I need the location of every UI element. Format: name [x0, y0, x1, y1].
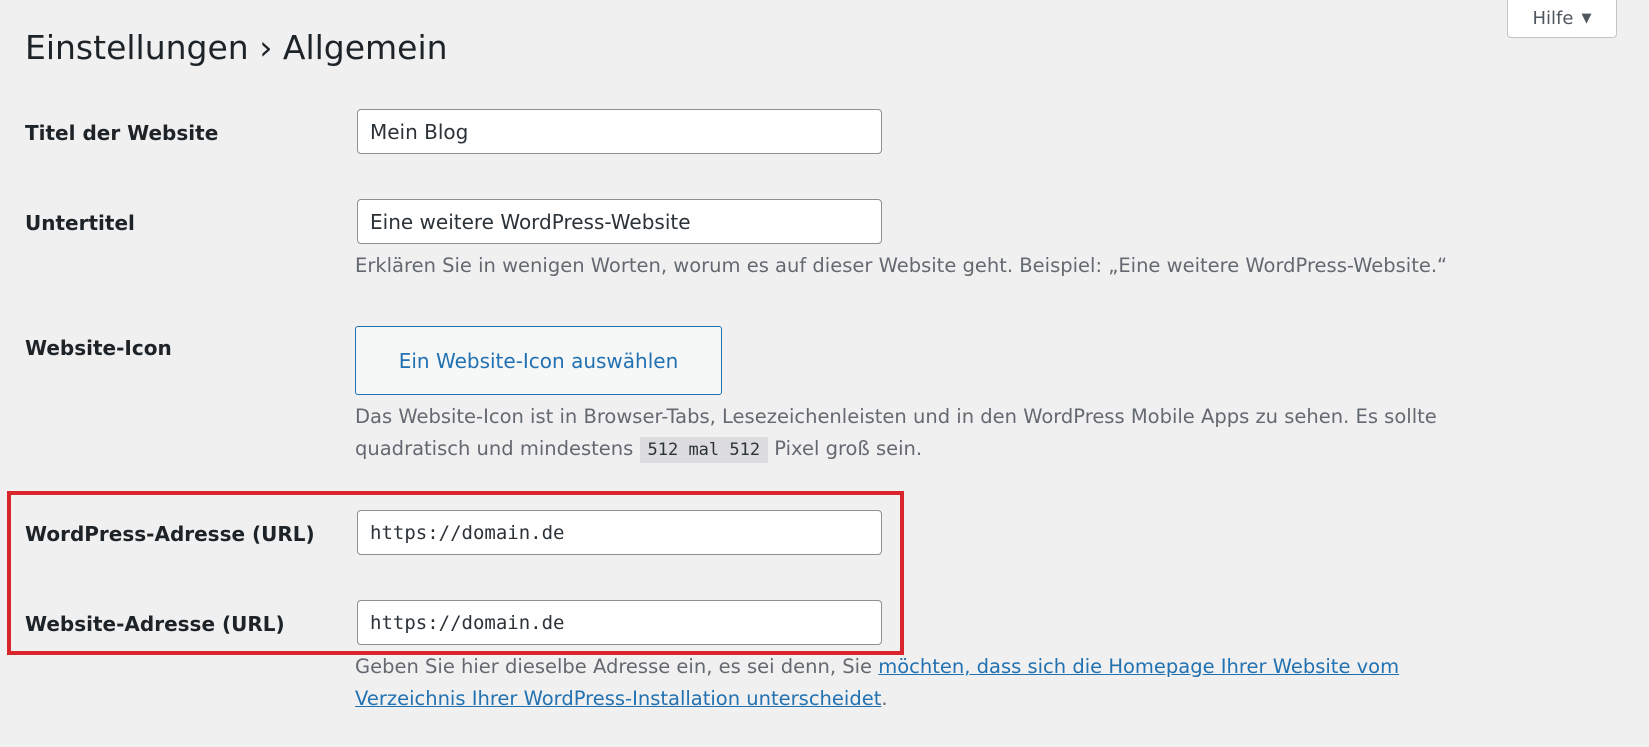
site-address-label: Website-Adresse (URL) [25, 612, 285, 636]
site-address-description-text: Geben Sie hier dieselbe Adresse ein, es … [355, 655, 879, 678]
site-icon-description: Das Website-Icon ist in Browser-Tabs, Le… [355, 401, 1555, 466]
site-title-label: Titel der Website [25, 121, 219, 145]
triangle-down-icon: ▼ [1581, 11, 1592, 26]
site-address-input[interactable] [357, 600, 882, 645]
tagline-description: Erklären Sie in wenigen Worten, worum es… [355, 254, 1448, 277]
help-button[interactable]: Hilfe ▼ [1507, 0, 1617, 38]
site-address-description-suffix: . [881, 687, 888, 710]
site-icon-label: Website-Icon [25, 336, 172, 360]
site-title-input[interactable] [357, 109, 882, 154]
help-button-label: Hilfe [1532, 8, 1574, 29]
page-title: Einstellungen › Allgemein [25, 28, 448, 67]
site-address-description: Geben Sie hier dieselbe Adresse ein, es … [355, 651, 1505, 715]
site-icon-description-suffix: Pixel groß sein. [768, 437, 923, 460]
choose-site-icon-button[interactable]: Ein Website-Icon auswählen [355, 326, 722, 395]
wordpress-address-label: WordPress-Adresse (URL) [25, 522, 315, 546]
icon-size-code: 512 mal 512 [639, 437, 769, 463]
tagline-input[interactable] [357, 199, 882, 244]
tagline-label: Untertitel [25, 211, 135, 235]
wordpress-address-input[interactable] [357, 510, 882, 555]
